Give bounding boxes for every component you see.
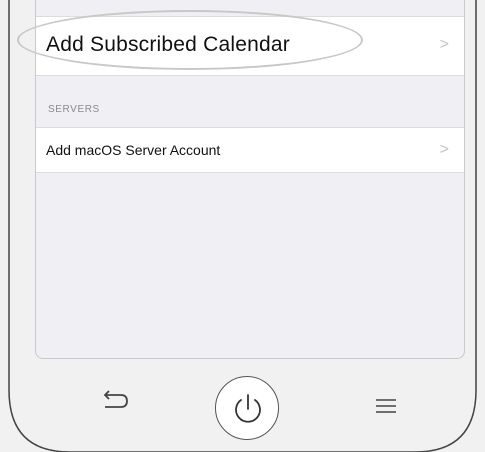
add-subscribed-calendar-row[interactable]: Add Subscribed Calendar > <box>36 16 464 76</box>
back-arrow-icon <box>103 390 128 408</box>
row-label: Add Subscribed Calendar <box>46 33 290 56</box>
power-icon <box>235 394 261 423</box>
chevron-right-icon: > <box>439 141 449 158</box>
back-button[interactable] <box>100 389 130 418</box>
menu-icon <box>376 399 396 413</box>
home-power-button[interactable] <box>215 376 279 440</box>
phone-screen: Add Subscribed Calendar > SERVERS Add ma… <box>35 0 465 359</box>
chevron-right-icon: > <box>439 36 449 53</box>
menu-button[interactable] <box>375 398 397 419</box>
row-label: Add macOS Server Account <box>46 142 221 158</box>
section-header-servers: SERVERS <box>48 104 100 115</box>
add-macos-server-account-row[interactable]: Add macOS Server Account > <box>36 127 464 173</box>
